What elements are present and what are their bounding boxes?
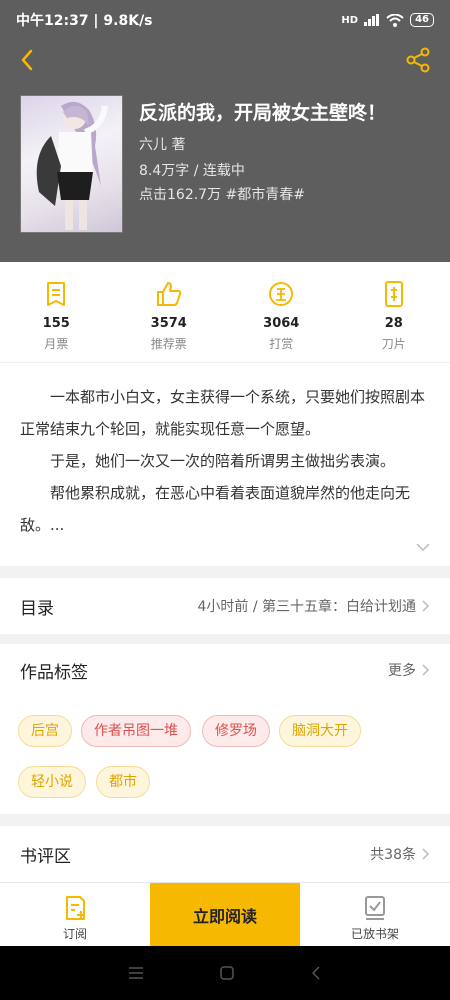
wifi-icon [386, 13, 404, 27]
subscribe-icon [66, 896, 85, 920]
toc-latest-chapter: 4小时前 / 第三十五章：白给计划通 [197, 599, 416, 615]
read-now-button[interactable]: 立即阅读 [150, 883, 300, 947]
status-time: 中午12:37 | 9.8K/s [16, 13, 153, 29]
tag-chip[interactable]: 作者吊图一堆 [81, 715, 191, 747]
tag-chip[interactable]: 轻小说 [18, 766, 86, 798]
stat-monthly-ticket[interactable]: 155 月票 [0, 262, 113, 362]
stat-value: 28 [384, 316, 403, 331]
share-icon[interactable] [404, 46, 432, 74]
book-title: 反派的我，开局被女主壁咚！ [139, 102, 387, 124]
book-author[interactable]: 六儿 著 [139, 134, 185, 154]
more-label: 更多 [388, 663, 416, 679]
synopsis-paragraph: 于是，她们一次又一次的陪着所谓男主做拙劣表演。 [50, 452, 396, 470]
synopsis-paragraph: 一本都市小白文，女主获得一个系统，只要她们按照剧本正常结束九个轮回，就能实现任意… [20, 388, 426, 438]
tag-chip[interactable]: 都市 [96, 766, 150, 798]
battery-icon: 46 [410, 13, 434, 27]
thumbs-up-icon [156, 282, 181, 306]
stat-value: 3574 [150, 316, 187, 331]
blade-icon [384, 281, 403, 307]
subscribe-label: 订阅 [62, 927, 87, 941]
reviews-row[interactable]: 书评区 共38条 [0, 826, 450, 882]
chevron-right-icon [422, 664, 430, 676]
tag-chip[interactable]: 修罗场 [202, 715, 270, 747]
status-icons: HD 46 [341, 13, 434, 27]
stat-value: 155 [42, 316, 70, 331]
book-clicks-category: 点击162.7万 #都市青春# [139, 187, 305, 203]
tag-chip[interactable]: 后宫 [18, 715, 72, 747]
cover-illustration [36, 101, 108, 230]
menu-icon[interactable] [128, 966, 144, 980]
tag-chip[interactable]: 脑洞大开 [279, 715, 361, 747]
subscribe-button[interactable]: 订阅 [0, 883, 150, 947]
bookshelf-check-icon [365, 896, 385, 920]
synopsis-paragraph: 帮他累积成就，在恶心中看着表面道貌岸然的他走向无敌。... [20, 484, 411, 534]
stat-label: 打赏 [269, 337, 294, 351]
chevron-right-icon [422, 848, 430, 860]
toc-row[interactable]: 目录 4小时前 / 第三十五章：白给计划通 [0, 578, 450, 634]
stat-blade[interactable]: 28 刀片 [338, 262, 450, 362]
toc-title: 目录 [20, 599, 54, 619]
stat-reward[interactable]: 3064 打赏 [225, 262, 338, 362]
stat-label: 推荐票 [150, 337, 187, 351]
monthly-ticket-icon [47, 282, 66, 306]
book-words-status: 8.4万字 / 连载中 [139, 163, 245, 179]
network-label: HD [341, 14, 359, 26]
back-icon[interactable] [310, 965, 322, 981]
stats-bar: 155 月票 3574 推荐票 3064 打赏 28 刀片 [0, 262, 450, 362]
stat-value: 3064 [263, 316, 300, 331]
stat-recommend[interactable]: 3574 推荐票 [113, 262, 226, 362]
synopsis[interactable]: 一本都市小白文，女主获得一个系统，只要她们按照剧本正常结束九个轮回，就能实现任意… [0, 362, 450, 566]
status-bar: 中午12:37 | 9.8K/s HD 46 [0, 0, 450, 40]
home-icon[interactable] [219, 965, 235, 981]
tags-title: 作品标签 [20, 663, 88, 683]
signal-icon [364, 14, 380, 26]
bookshelf-label: 已放书架 [350, 927, 399, 941]
system-nav-bar [0, 946, 450, 1000]
stat-label: 刀片 [381, 337, 406, 351]
reviews-count: 共38条 [370, 847, 416, 863]
back-arrow-icon[interactable] [14, 46, 42, 74]
chevron-right-icon [422, 600, 430, 612]
tags-more-link[interactable]: 更多 [388, 660, 430, 680]
bookshelf-button[interactable]: 已放书架 [300, 883, 450, 947]
reviews-title: 书评区 [20, 847, 71, 867]
book-header: 反派的我，开局被女主壁咚！ 六儿 著 8.4万字 / 连载中 点击162.7万 … [0, 40, 450, 262]
stat-label: 月票 [44, 337, 69, 351]
book-cover[interactable] [20, 95, 123, 233]
reward-coin-icon [269, 282, 294, 306]
chevron-down-icon[interactable] [416, 542, 430, 552]
bottom-action-bar: 订阅 立即阅读 已放书架 [0, 882, 450, 947]
